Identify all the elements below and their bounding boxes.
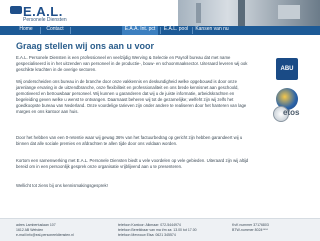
body-paragraph: Kortom een samenwerking met E.A.L. Perso… [16,158,249,169]
footer-company: KvK nummer 37176803 BTW-nummer 8024**** [232,223,269,233]
nav-item-eal-pool[interactable]: E.A.L. pool [162,26,190,35]
footer-address: adres Lambertuslaan 107 1612 AB Wehden e… [16,223,74,238]
nav-item-kansen[interactable]: Kansen van nu [194,26,230,35]
footer-mobile-line: telefoon Mevrouw Elsa: 0621 345574 [118,233,176,237]
body-paragraph: Door het hebben van een 0-retentie waar … [16,135,243,146]
etos-label: etos [283,108,300,117]
footer-email-link[interactable]: e-mail info@eal-personeeldiensten.nl [16,233,74,238]
brand-tagline: Personele Diensten [23,17,67,23]
logo-mark-icon [10,6,22,14]
footer-btw: BTW-nummer 8024**** [232,228,268,232]
footer: adres Lambertuslaan 107 1612 AB Wehden e… [0,218,320,241]
etos-logo-icon[interactable]: etos [273,106,307,122]
nav-item-eal-int[interactable]: E.A.A. Int. pct [122,26,158,35]
footer-contact: telefoon Kantoor: Alkmaar: 072-5444974 t… [118,223,197,238]
page: E.A.L. Personele Diensten Home Contact E… [0,0,320,241]
brand-logo[interactable]: E.A.L. Personele Diensten [10,4,70,24]
page-title: Graag stellen wij ons aan u voor [16,41,155,51]
nav-divider [70,27,71,34]
header: E.A.L. Personele Diensten [0,0,320,26]
closing-paragraph: Wellicht tot ziens bij ons kennismakings… [16,183,108,188]
hero-shape [196,3,201,23]
hero-shape [238,0,245,26]
intro-paragraph: E.A.L. Personele Diensten is een profess… [16,55,248,72]
nav-divider [160,27,161,34]
nav-item-home[interactable]: Home [14,26,38,35]
nav-divider [40,27,41,34]
abu-logo-icon[interactable]: ABU [276,58,298,80]
nav-divider [192,27,193,34]
hero-shape [278,5,300,19]
header-hero-image [178,0,320,26]
body-paragraph: Wij onderscheiden ons bureau in de branc… [16,79,247,114]
nav-item-contact[interactable]: Contact [42,26,68,35]
main-nav: Home Contact E.A.A. Int. pct E.A.L. pool… [0,26,320,35]
